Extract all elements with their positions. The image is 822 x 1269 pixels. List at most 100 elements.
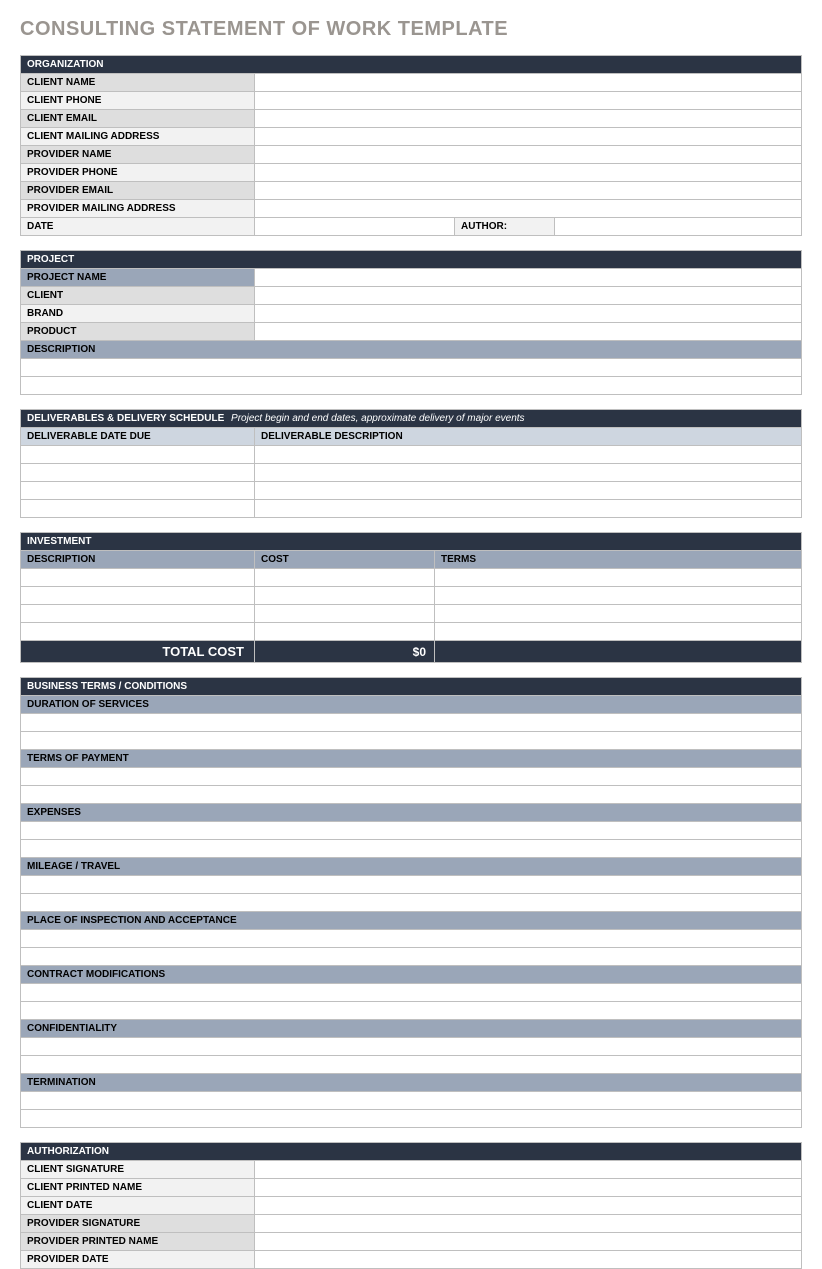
terms-header: BUSINESS TERMS / CONDITIONS (21, 678, 802, 696)
deliverable-date-1[interactable] (21, 446, 255, 464)
inv-cost-2[interactable] (255, 587, 435, 605)
field-author[interactable] (555, 218, 802, 236)
label-provider-printed-name: PROVIDER PRINTED NAME (21, 1233, 255, 1251)
label-payment: TERMS OF PAYMENT (21, 750, 802, 768)
field-client-mailing[interactable] (255, 128, 802, 146)
investment-table: INVESTMENT DESCRIPTION COST TERMS TOTAL … (20, 532, 802, 663)
field-expenses-2[interactable] (21, 840, 802, 858)
label-client-mailing: CLIENT MAILING ADDRESS (21, 128, 255, 146)
label-client-date: CLIENT DATE (21, 1197, 255, 1215)
organization-table: ORGANIZATION CLIENT NAME CLIENT PHONE CL… (20, 55, 802, 236)
label-client-signature: CLIENT SIGNATURE (21, 1161, 255, 1179)
total-cost-blank (435, 641, 802, 663)
field-expenses-1[interactable] (21, 822, 802, 840)
field-provider-name[interactable] (255, 146, 802, 164)
field-duration-2[interactable] (21, 732, 802, 750)
investment-header: INVESTMENT (21, 533, 802, 551)
total-cost-value: $0 (255, 641, 435, 663)
label-project-client: CLIENT (21, 287, 255, 305)
field-provider-date[interactable] (255, 1251, 802, 1269)
col-deliverable-date: DELIVERABLE DATE DUE (21, 428, 255, 446)
label-modifications: CONTRACT MODIFICATIONS (21, 966, 802, 984)
deliverable-date-3[interactable] (21, 482, 255, 500)
label-duration: DURATION OF SERVICES (21, 696, 802, 714)
field-modifications-1[interactable] (21, 984, 802, 1002)
deliverable-desc-4[interactable] (255, 500, 802, 518)
inv-cost-1[interactable] (255, 569, 435, 587)
col-deliverable-desc: DELIVERABLE DESCRIPTION (255, 428, 802, 446)
deliverable-date-2[interactable] (21, 464, 255, 482)
field-client-email[interactable] (255, 110, 802, 128)
label-expenses: EXPENSES (21, 804, 802, 822)
field-provider-mailing[interactable] (255, 200, 802, 218)
deliverables-hint: Project begin and end dates, approximate… (231, 413, 525, 424)
inv-desc-2[interactable] (21, 587, 255, 605)
inv-terms-4[interactable] (435, 623, 802, 641)
field-payment-2[interactable] (21, 786, 802, 804)
field-client-printed-name[interactable] (255, 1179, 802, 1197)
deliverables-header-text: DELIVERABLES & DELIVERY SCHEDULE (27, 413, 224, 424)
field-client-signature[interactable] (255, 1161, 802, 1179)
field-description-2[interactable] (21, 377, 802, 395)
inv-desc-4[interactable] (21, 623, 255, 641)
label-date: DATE (21, 218, 255, 236)
label-brand: BRAND (21, 305, 255, 323)
field-inspection-2[interactable] (21, 948, 802, 966)
field-description-1[interactable] (21, 359, 802, 377)
label-description: DESCRIPTION (21, 341, 802, 359)
inv-desc-3[interactable] (21, 605, 255, 623)
field-confidentiality-1[interactable] (21, 1038, 802, 1056)
terms-table: BUSINESS TERMS / CONDITIONS DURATION OF … (20, 677, 802, 1128)
page-title: CONSULTING STATEMENT OF WORK TEMPLATE (20, 18, 802, 41)
inv-cost-4[interactable] (255, 623, 435, 641)
field-duration-1[interactable] (21, 714, 802, 732)
project-table: PROJECT PROJECT NAME CLIENT BRAND PRODUC… (20, 250, 802, 395)
label-inspection: PLACE OF INSPECTION AND ACCEPTANCE (21, 912, 802, 930)
label-confidentiality: CONFIDENTIALITY (21, 1020, 802, 1038)
label-provider-name: PROVIDER NAME (21, 146, 255, 164)
field-mileage-2[interactable] (21, 894, 802, 912)
field-client-date[interactable] (255, 1197, 802, 1215)
deliverable-desc-2[interactable] (255, 464, 802, 482)
field-brand[interactable] (255, 305, 802, 323)
field-termination-1[interactable] (21, 1092, 802, 1110)
inv-terms-3[interactable] (435, 605, 802, 623)
field-confidentiality-2[interactable] (21, 1056, 802, 1074)
field-modifications-2[interactable] (21, 1002, 802, 1020)
inv-terms-2[interactable] (435, 587, 802, 605)
deliverables-table: DELIVERABLES & DELIVERY SCHEDULE Project… (20, 409, 802, 518)
organization-header: ORGANIZATION (21, 56, 802, 74)
label-provider-date: PROVIDER DATE (21, 1251, 255, 1269)
field-provider-signature[interactable] (255, 1215, 802, 1233)
inv-cost-3[interactable] (255, 605, 435, 623)
field-inspection-1[interactable] (21, 930, 802, 948)
field-provider-email[interactable] (255, 182, 802, 200)
authorization-header: AUTHORIZATION (21, 1143, 802, 1161)
field-provider-printed-name[interactable] (255, 1233, 802, 1251)
deliverable-desc-3[interactable] (255, 482, 802, 500)
deliverables-header: DELIVERABLES & DELIVERY SCHEDULE Project… (21, 410, 802, 428)
field-product[interactable] (255, 323, 802, 341)
field-project-name[interactable] (255, 269, 802, 287)
inv-desc-1[interactable] (21, 569, 255, 587)
col-inv-desc: DESCRIPTION (21, 551, 255, 569)
field-mileage-1[interactable] (21, 876, 802, 894)
field-provider-phone[interactable] (255, 164, 802, 182)
label-provider-mailing: PROVIDER MAILING ADDRESS (21, 200, 255, 218)
label-termination: TERMINATION (21, 1074, 802, 1092)
label-provider-signature: PROVIDER SIGNATURE (21, 1215, 255, 1233)
field-client-name[interactable] (255, 74, 802, 92)
label-client-phone: CLIENT PHONE (21, 92, 255, 110)
field-client-phone[interactable] (255, 92, 802, 110)
field-date[interactable] (255, 218, 455, 236)
label-mileage: MILEAGE / TRAVEL (21, 858, 802, 876)
field-project-client[interactable] (255, 287, 802, 305)
inv-terms-1[interactable] (435, 569, 802, 587)
field-termination-2[interactable] (21, 1110, 802, 1128)
deliverable-date-4[interactable] (21, 500, 255, 518)
authorization-table: AUTHORIZATION CLIENT SIGNATURE CLIENT PR… (20, 1142, 802, 1269)
label-product: PRODUCT (21, 323, 255, 341)
project-header: PROJECT (21, 251, 802, 269)
field-payment-1[interactable] (21, 768, 802, 786)
deliverable-desc-1[interactable] (255, 446, 802, 464)
